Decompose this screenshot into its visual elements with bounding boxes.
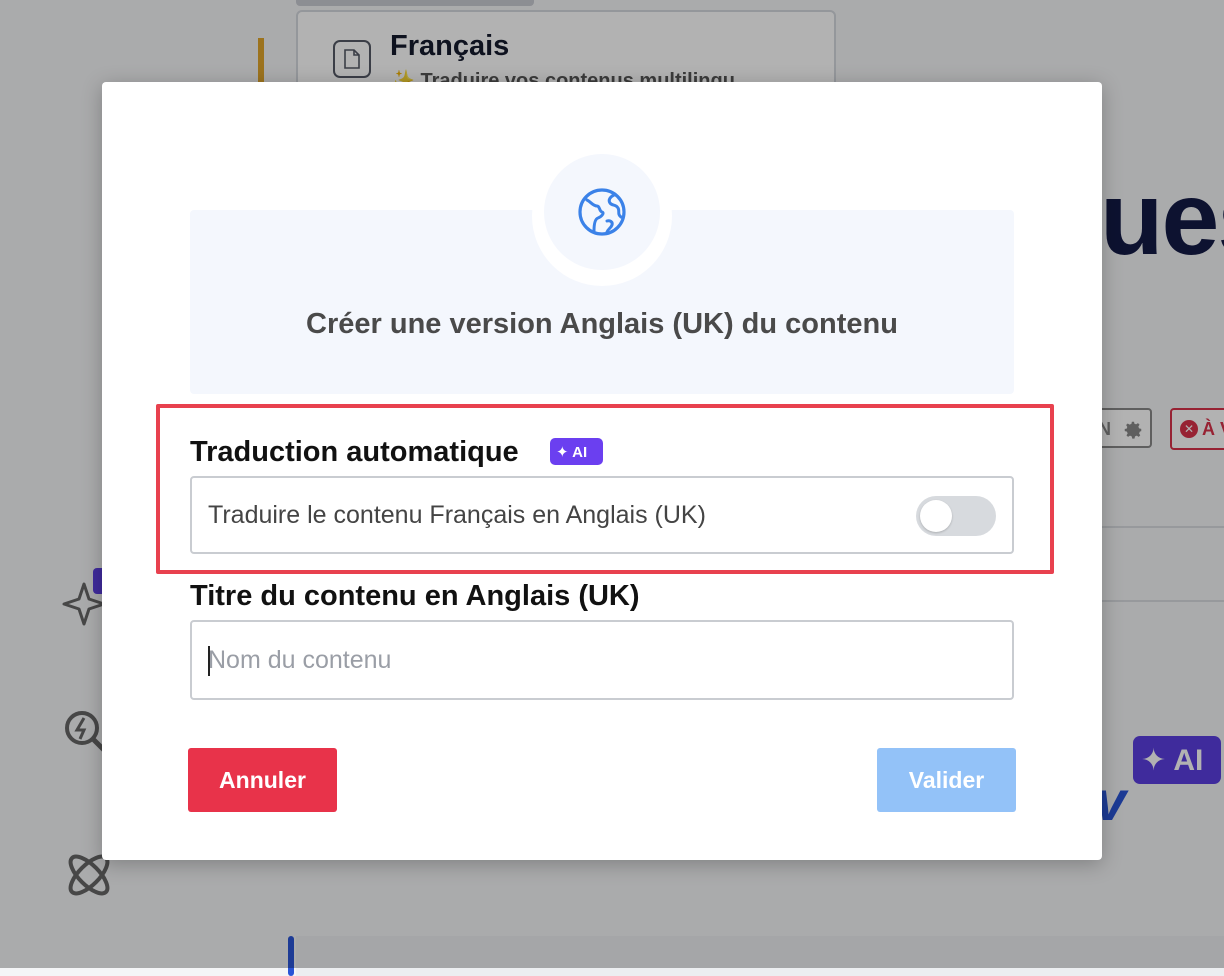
modal-title: Créer une version Anglais (UK) du conten… bbox=[306, 308, 898, 340]
auto-translate-toggle-text: Traduire le contenu Français en Anglais … bbox=[208, 501, 706, 529]
content-title-label: Titre du contenu en Anglais (UK) bbox=[190, 580, 640, 612]
globe-icon bbox=[578, 188, 626, 236]
content-title-input[interactable] bbox=[190, 620, 1014, 700]
ai-tag-label: ✦ AI bbox=[556, 444, 588, 461]
create-translation-modal: Créer une version Anglais (UK) du conten… bbox=[102, 82, 1102, 860]
ai-tag: ✦ AI bbox=[550, 438, 603, 465]
text-caret bbox=[208, 646, 210, 676]
modal-icon-circle bbox=[544, 154, 660, 270]
switch-knob bbox=[920, 500, 952, 532]
auto-translate-switch[interactable] bbox=[916, 496, 996, 536]
submit-button[interactable]: Valider bbox=[877, 748, 1016, 812]
auto-translate-label: Traduction automatique bbox=[190, 436, 519, 468]
cancel-button[interactable]: Annuler bbox=[188, 748, 337, 812]
modal-icon-ring bbox=[532, 146, 672, 286]
auto-translate-toggle-field[interactable]: Traduire le contenu Français en Anglais … bbox=[190, 476, 1014, 554]
